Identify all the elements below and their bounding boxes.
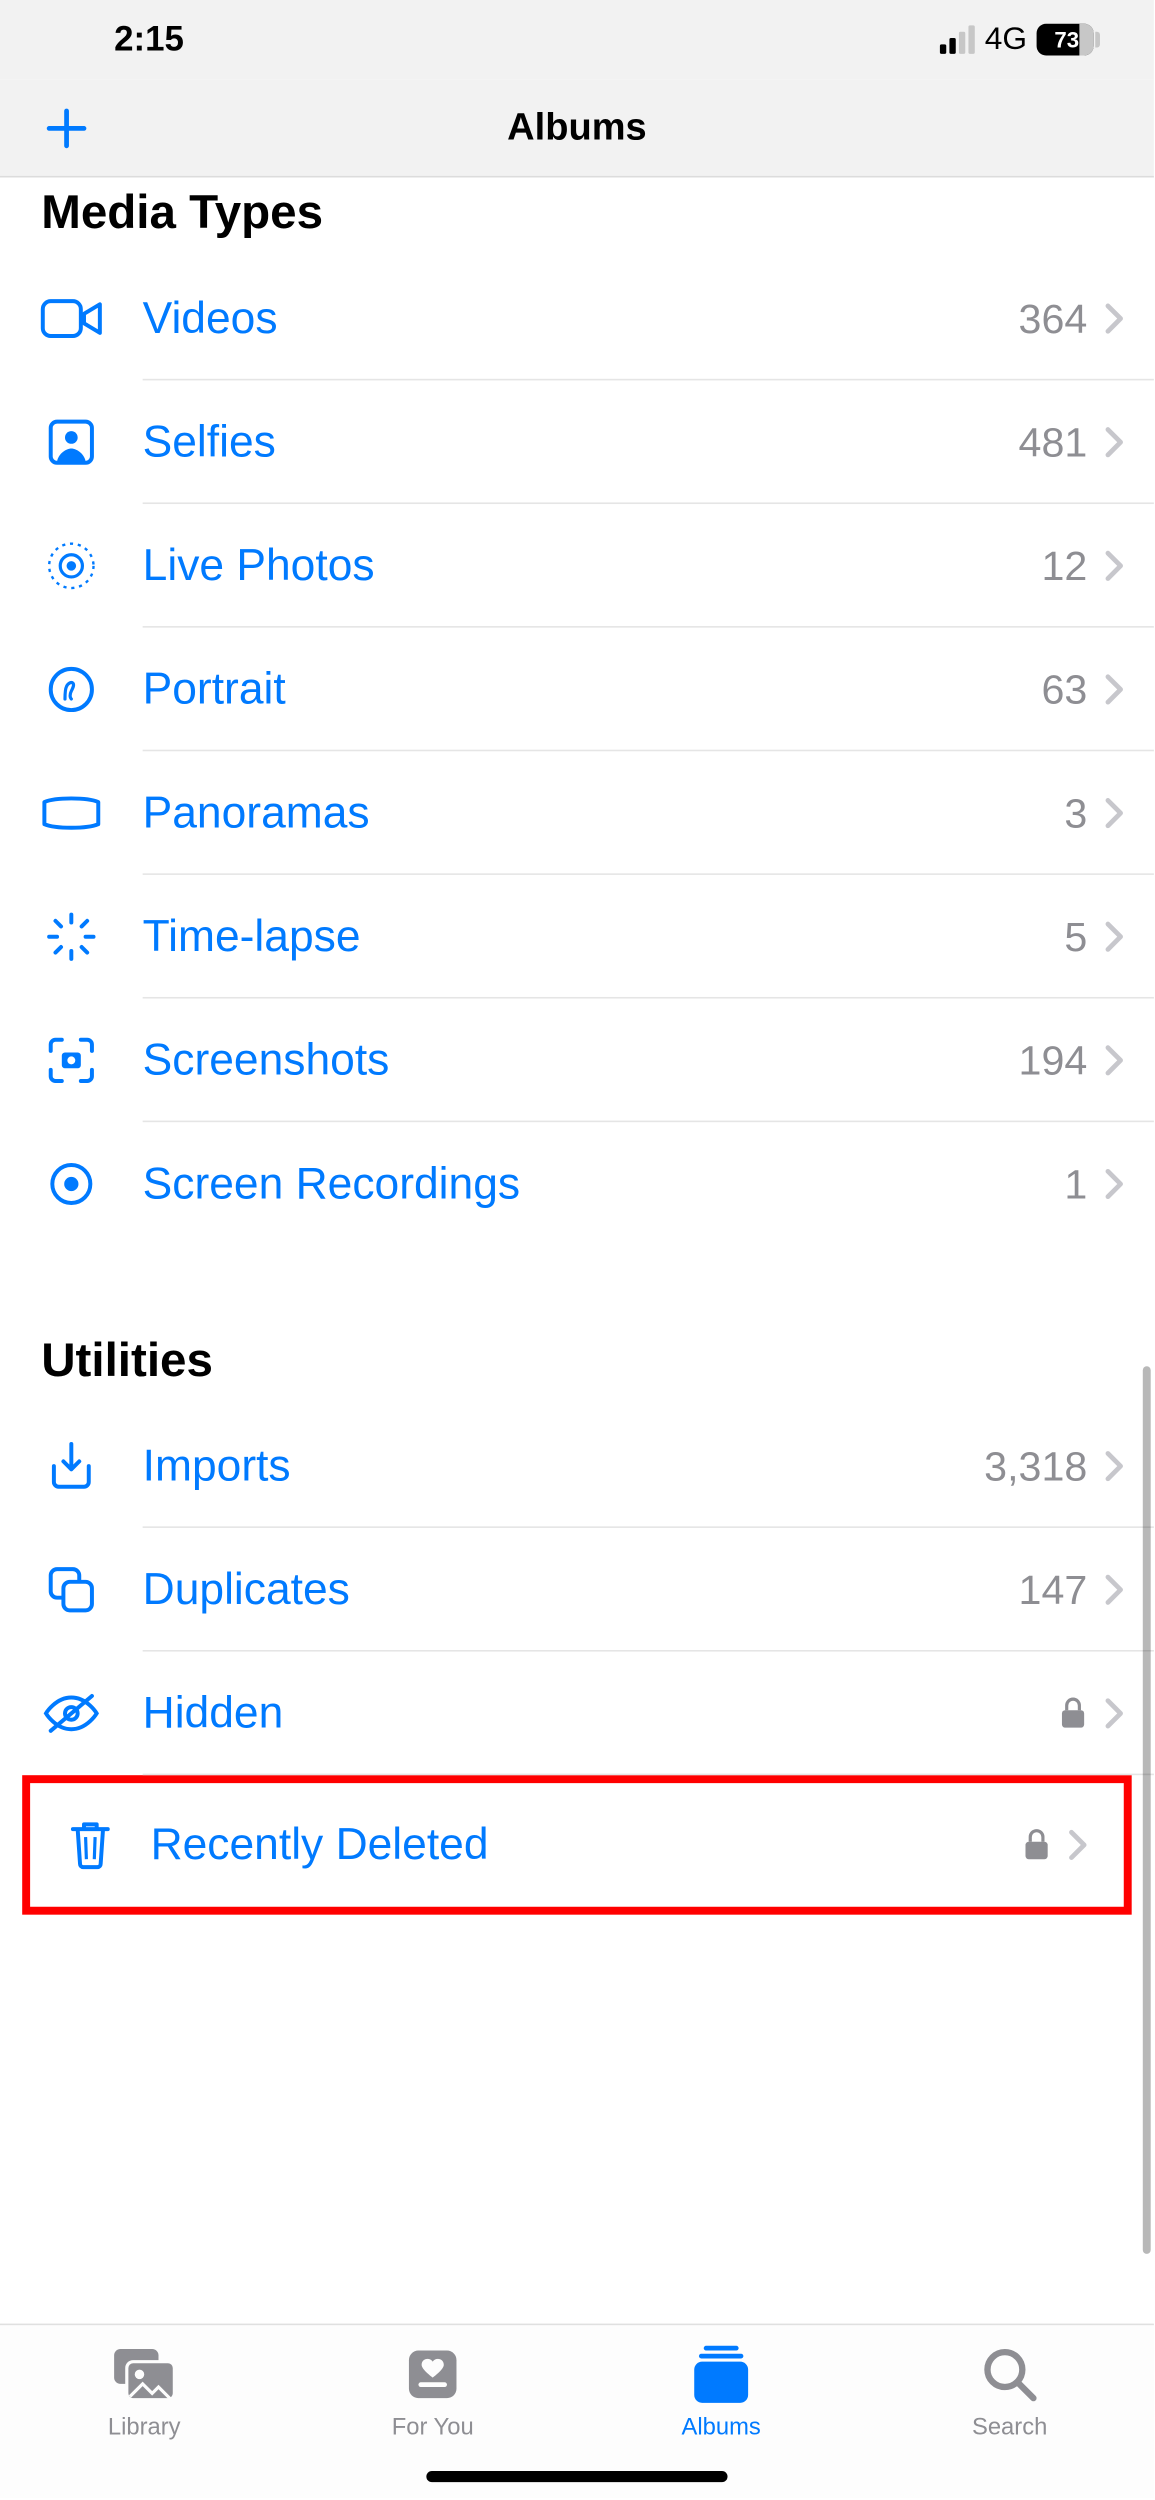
chevron-icon — [1103, 672, 1125, 707]
row-recently-deleted[interactable]: Recently Deleted — [30, 1783, 1117, 1907]
tab-label: Search — [972, 2414, 1047, 2441]
status-right: 4G 73 — [940, 21, 1093, 57]
hidden-icon — [0, 1690, 143, 1738]
tab-label: For You — [392, 2414, 474, 2441]
row-count: 1 — [1064, 1159, 1087, 1208]
row-screenshots[interactable]: Screenshots 194 — [0, 999, 1154, 1123]
chevron-icon — [1103, 301, 1125, 336]
row-label: Time-lapse — [143, 911, 1065, 962]
row-label: Videos — [143, 293, 1019, 344]
row-label: Screenshots — [143, 1035, 1019, 1086]
nav-title: Albums — [507, 105, 647, 149]
row-label: Panoramas — [143, 788, 1065, 839]
chevron-icon — [1103, 1696, 1125, 1731]
chevron-icon — [1103, 1167, 1125, 1202]
add-button[interactable] — [35, 96, 98, 159]
library-icon — [108, 2341, 181, 2408]
panorama-icon — [0, 793, 143, 834]
row-selfies[interactable]: Selfies 481 — [0, 380, 1154, 504]
chevron-icon — [1103, 919, 1125, 954]
scroll-indicator[interactable] — [1143, 1366, 1151, 2254]
albums-icon — [688, 2341, 755, 2408]
row-videos[interactable]: Videos 364 — [0, 257, 1154, 381]
battery-icon: 73 — [1037, 24, 1094, 56]
row-count: 3,318 — [984, 1442, 1087, 1491]
row-label: Hidden — [143, 1688, 1059, 1739]
tab-label: Albums — [682, 2414, 761, 2441]
chevron-icon — [1103, 1043, 1125, 1078]
import-icon — [0, 1439, 143, 1493]
nav-header: Albums — [0, 79, 1154, 177]
tab-search[interactable]: Search — [865, 2325, 1153, 2469]
section-title-media-types: Media Types — [0, 178, 1154, 257]
row-portrait[interactable]: Portrait 63 — [0, 628, 1154, 752]
row-label: Duplicates — [143, 1564, 1019, 1615]
lock-icon — [1022, 1828, 1051, 1863]
chevron-icon — [1067, 1828, 1089, 1863]
row-count: 481 — [1019, 418, 1088, 467]
signal-icon — [940, 25, 975, 54]
plus-icon — [43, 104, 91, 152]
portrait-icon — [0, 664, 143, 715]
livephoto-icon — [0, 537, 143, 594]
row-live-photos[interactable]: Live Photos 12 — [0, 504, 1154, 628]
utilities-list: Imports 3,318 Duplicates 147 Hid — [0, 1404, 1154, 1914]
home-indicator[interactable] — [426, 2471, 727, 2482]
chevron-icon — [1103, 796, 1125, 831]
row-count: 3 — [1064, 789, 1087, 838]
chevron-icon — [1103, 425, 1125, 460]
tab-library[interactable]: Library — [0, 2325, 288, 2469]
tab-albums[interactable]: Albums — [577, 2325, 865, 2469]
status-bar: 2:15 4G 73 — [0, 0, 1154, 79]
row-count: 364 — [1019, 294, 1088, 343]
row-count: 5 — [1064, 912, 1087, 961]
row-count: 12 — [1041, 541, 1087, 590]
row-label: Screen Recordings — [143, 1159, 1065, 1210]
section-title-utilities: Utilities — [0, 1325, 1154, 1404]
row-label: Portrait — [143, 664, 1042, 715]
screenshot-icon — [0, 1033, 143, 1087]
row-label: Live Photos — [143, 540, 1042, 591]
chevron-icon — [1103, 548, 1125, 583]
person-square-icon — [0, 417, 143, 468]
chevron-icon — [1103, 1572, 1125, 1607]
foryou-icon — [403, 2341, 463, 2408]
row-panoramas[interactable]: Panoramas 3 — [0, 751, 1154, 875]
video-icon — [0, 295, 143, 343]
row-count: 194 — [1019, 1036, 1088, 1085]
chevron-icon — [1103, 1449, 1125, 1484]
duplicate-icon — [0, 1563, 143, 1617]
media-types-list: Videos 364 Selfies 481 Live Phot — [0, 257, 1154, 1246]
row-hidden[interactable]: Hidden — [0, 1652, 1154, 1776]
lock-icon — [1059, 1696, 1088, 1731]
row-label: Imports — [143, 1441, 985, 1492]
search-icon — [980, 2341, 1040, 2408]
row-label: Selfies — [143, 417, 1019, 468]
row-duplicates[interactable]: Duplicates 147 — [0, 1528, 1154, 1652]
timelapse-icon — [0, 908, 143, 965]
trash-icon — [30, 1818, 150, 1872]
status-time: 2:15 — [114, 19, 184, 60]
highlight-box: Recently Deleted — [22, 1775, 1132, 1914]
row-count: 147 — [1019, 1565, 1088, 1614]
row-screen-recordings[interactable]: Screen Recordings 1 — [0, 1122, 1154, 1246]
content: Media Types Videos 364 Selfies 481 — [0, 178, 1154, 2074]
row-imports[interactable]: Imports 3,318 — [0, 1404, 1154, 1528]
tab-label: Library — [108, 2414, 181, 2441]
row-timelapse[interactable]: Time-lapse 5 — [0, 875, 1154, 999]
row-count: 63 — [1041, 665, 1087, 714]
row-label: Recently Deleted — [151, 1820, 1023, 1871]
record-icon — [0, 1159, 143, 1210]
network-label: 4G — [985, 21, 1027, 57]
tab-for-you[interactable]: For You — [288, 2325, 576, 2469]
